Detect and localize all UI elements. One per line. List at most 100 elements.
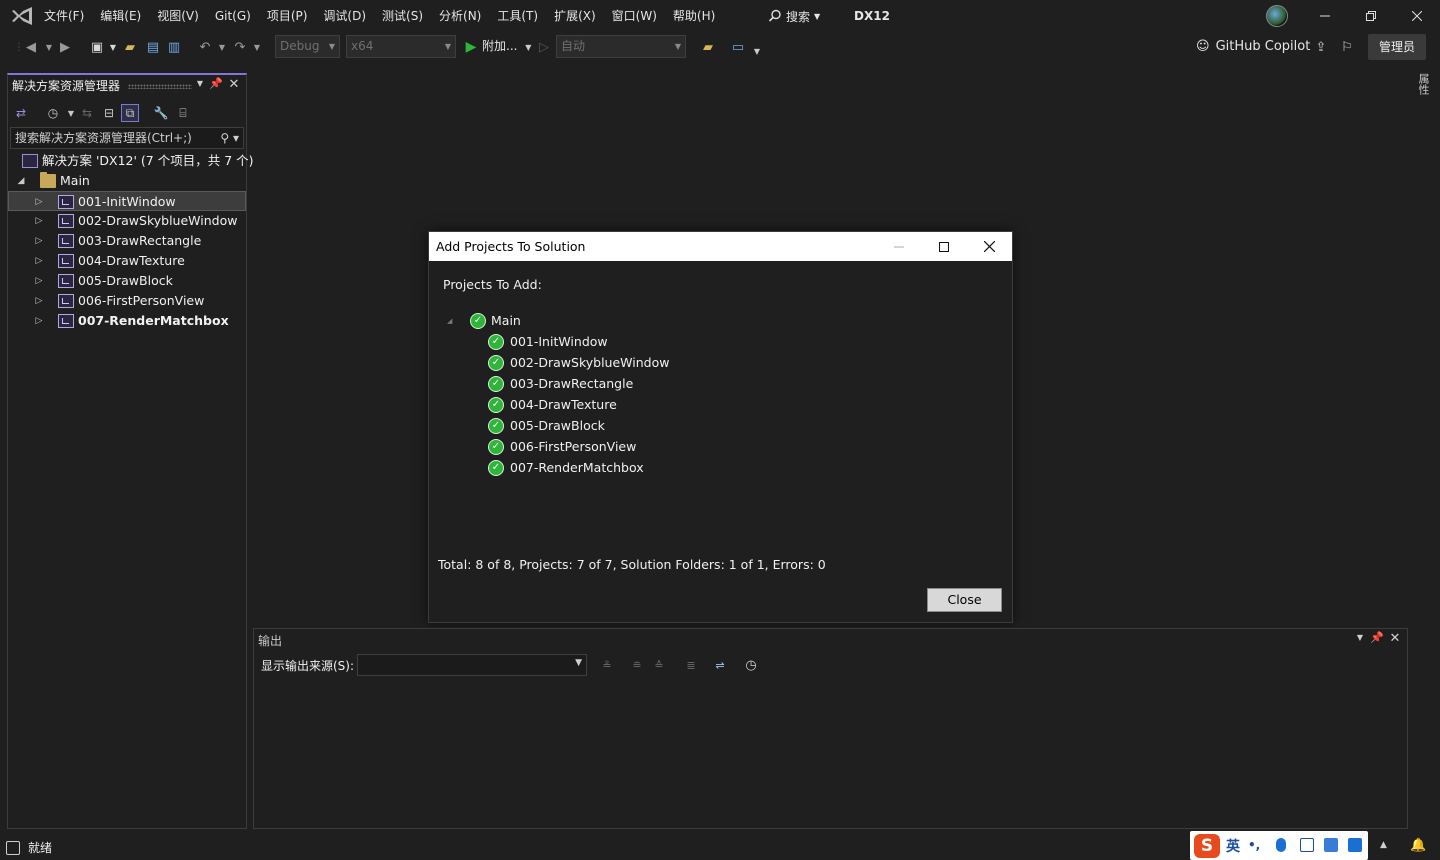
open-folder-icon[interactable]: ▰ [121, 38, 139, 56]
notification-bell-icon[interactable]: 🔔 [1410, 838, 1426, 853]
chevron-up-icon[interactable]: ▲ [1380, 840, 1387, 850]
configuration-dropdown[interactable]: Debug ▼ [275, 35, 340, 58]
github-copilot-button[interactable]: ☺ GitHub Copilot [1196, 35, 1310, 58]
dialog-close-button[interactable]: Close [927, 588, 1002, 612]
search-menu[interactable]: 搜索 ▼ [768, 0, 820, 32]
collapsed-arrow-icon[interactable]: ▷ [34, 211, 44, 231]
find-message-icon[interactable]: ≗ [598, 656, 616, 674]
pin-icon[interactable]: 📌 [209, 77, 223, 93]
platform-dropdown[interactable]: x64 ▼ [346, 35, 456, 58]
collapsed-arrow-icon[interactable]: ▷ [34, 271, 44, 291]
menu-window[interactable]: 窗口(W) [604, 0, 665, 32]
menu-project[interactable]: 项目(P) [259, 0, 316, 32]
window-layout-icon[interactable]: ▭ [729, 38, 747, 56]
close-window-button[interactable] [1394, 0, 1440, 32]
tree-project-item[interactable]: ▷ 004-DrawTexture [8, 251, 246, 271]
tree-folder-main[interactable]: ◢ Main [8, 171, 246, 191]
menu-help[interactable]: 帮助(H) [665, 0, 723, 32]
punctuation-icon[interactable]: •, [1248, 838, 1262, 852]
skin-shirt-icon[interactable] [1324, 838, 1338, 852]
collapse-all-icon[interactable]: ⊟ [100, 104, 118, 122]
word-wrap-icon[interactable]: ⇌ [711, 656, 729, 674]
dialog-close-x-button[interactable] [966, 232, 1012, 261]
dialog-minimize-button[interactable] [876, 232, 922, 261]
start-debug-icon[interactable]: ▶ [462, 38, 480, 56]
checkmark-icon: ✓ [488, 334, 504, 350]
back-icon[interactable]: ◀ [22, 38, 40, 56]
ime-language-toggle[interactable]: 英 [1226, 836, 1240, 856]
collapsed-arrow-icon[interactable]: ▷ [34, 291, 44, 311]
pin-icon[interactable]: 📌 [1370, 631, 1384, 647]
feedback-icon[interactable]: ⚐ [1338, 38, 1356, 56]
chevron-down-icon[interactable]: ▼ [213, 38, 231, 56]
redo-icon[interactable]: ↷ [231, 38, 249, 56]
collapsed-arrow-icon[interactable]: ▷ [34, 251, 44, 271]
attach-button[interactable]: 附加... ▼ [482, 35, 531, 58]
menu-test[interactable]: 测试(S) [374, 0, 431, 32]
checkmark-icon: ✓ [470, 313, 486, 329]
chevron-down-icon[interactable]: ▼ [104, 38, 122, 56]
close-icon[interactable]: ✕ [1388, 631, 1402, 647]
properties-wrench-icon[interactable]: 🔧 [152, 104, 170, 122]
menu-view[interactable]: 视图(V) [149, 0, 207, 32]
properties-rail-tab[interactable]: 属性 [1413, 73, 1431, 103]
chevron-down-icon[interactable]: ▼ [1353, 633, 1367, 649]
tree-solution-node[interactable]: 解决方案 'DX12' (7 个项目，共 7 个) [8, 151, 254, 171]
auto-dropdown[interactable]: 自动 ▼ [556, 35, 686, 58]
microphone-icon[interactable] [1276, 838, 1286, 852]
forward-icon[interactable]: ▶ [56, 38, 74, 56]
menu-tools[interactable]: 工具(T) [489, 0, 546, 32]
keyboard-icon[interactable] [1300, 838, 1314, 852]
restore-button[interactable] [1348, 0, 1394, 32]
profile-avatar[interactable] [1266, 5, 1288, 27]
maximize-icon [939, 241, 949, 252]
output-source-dropdown[interactable]: ▼ [357, 654, 587, 676]
pending-changes-icon[interactable]: ◷ [44, 104, 62, 122]
panel-grip[interactable] [128, 84, 192, 89]
clear-all-icon[interactable]: ≣ [682, 656, 700, 674]
save-all-icon[interactable]: ▥ [165, 38, 183, 56]
share-icon[interactable]: ⇪ [1312, 38, 1330, 56]
dialog-title-bar: Add Projects To Solution [429, 232, 1012, 261]
undo-icon[interactable]: ↶ [196, 38, 214, 56]
show-all-files-icon[interactable]: ⧉ [121, 104, 139, 122]
menu-debug[interactable]: 调试(D) [315, 0, 374, 32]
collapsed-arrow-icon[interactable]: ▷ [34, 231, 44, 251]
expanded-arrow-icon[interactable]: ◢ [16, 171, 26, 191]
tree-startup-project-item[interactable]: ▷ 007-RenderMatchbox [8, 311, 246, 331]
dialog-maximize-button[interactable] [921, 232, 967, 261]
folder-icon [40, 172, 56, 188]
switch-views-icon[interactable]: ⇄ [12, 104, 30, 122]
tree-project-item[interactable]: ▷ 005-DrawBlock [8, 271, 246, 291]
toolbox-grid-icon[interactable] [1348, 838, 1362, 852]
next-message-icon[interactable]: ≙ [650, 656, 668, 674]
menu-file[interactable]: 文件(F) [36, 0, 92, 32]
previous-message-icon[interactable]: ≘ [628, 656, 646, 674]
collapsed-arrow-icon[interactable]: ▷ [34, 311, 44, 331]
solution-search-input[interactable]: 搜索解决方案资源管理器(Ctrl+;) ⚲ ▾ [10, 127, 244, 149]
visual-studio-logo-icon [12, 7, 32, 25]
save-icon[interactable]: ▤ [144, 38, 162, 56]
chevron-down-icon[interactable]: ▼ [193, 79, 207, 95]
tree-project-item[interactable]: ▷ 002-DrawSkyblueWindow [8, 211, 246, 231]
minimize-button[interactable] [1302, 0, 1348, 32]
tree-project-item[interactable]: ▷ 001-InitWindow [8, 191, 246, 211]
tree-project-item[interactable]: ▷ 006-FirstPersonView [8, 291, 246, 311]
collapsed-arrow-icon[interactable]: ▷ [34, 192, 44, 212]
timestamp-clock-icon[interactable]: ◷ [742, 656, 760, 674]
menu-git[interactable]: Git(G) [207, 0, 259, 32]
menu-extensions[interactable]: 扩展(X) [546, 0, 604, 32]
admin-badge[interactable]: 管理员 [1368, 34, 1426, 60]
sogou-ime-logo[interactable]: S [1194, 834, 1220, 858]
menu-analyze[interactable]: 分析(N) [431, 0, 489, 32]
sync-icon[interactable]: ⇆ [78, 104, 96, 122]
preview-icon[interactable]: ⌸ [174, 104, 192, 122]
close-icon[interactable]: ✕ [227, 77, 241, 93]
tree-project-item[interactable]: ▷ 003-DrawRectangle [8, 231, 246, 251]
expanded-arrow-icon[interactable]: ◢ [447, 311, 452, 331]
folder-view-icon[interactable]: ▰ [699, 38, 717, 56]
chevron-down-icon[interactable]: ▼ [748, 42, 766, 60]
start-without-debug-icon[interactable]: ▷ [535, 38, 553, 56]
menu-edit[interactable]: 编辑(E) [92, 0, 149, 32]
chevron-down-icon[interactable]: ▼ [248, 38, 266, 56]
